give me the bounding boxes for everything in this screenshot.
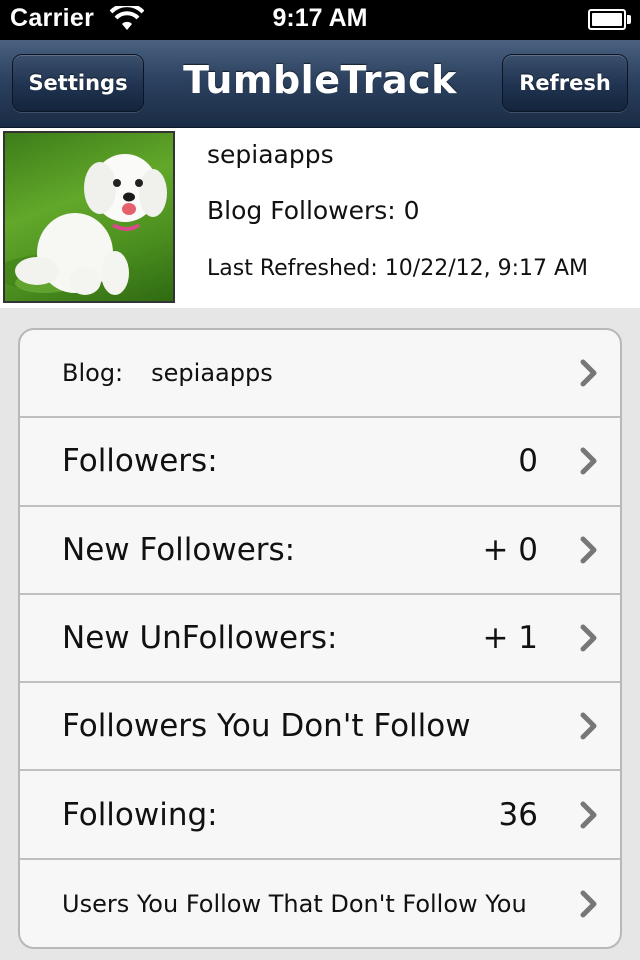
refresh-button[interactable]: Refresh [502, 54, 628, 112]
dog-photo-icon [5, 154, 167, 295]
row-following[interactable]: Following: 36 [20, 771, 620, 860]
row-label: Followers You Don't Follow [62, 708, 471, 745]
row-new-followers[interactable]: New Followers: + 0 [20, 507, 620, 595]
stats-table: Blog: sepiaapps Followers: 0 New Followe… [18, 328, 622, 949]
chevron-right-icon [580, 447, 597, 475]
avatar [3, 131, 175, 303]
followers-value: 0 [518, 443, 538, 480]
new-unfollowers-value: + 1 [482, 620, 538, 657]
chevron-right-icon [580, 712, 597, 740]
row-label: New UnFollowers: [62, 620, 338, 657]
blog-name-value: sepiaapps [151, 359, 273, 388]
battery-icon [588, 9, 632, 31]
row-label: Blog: sepiaapps [62, 359, 273, 388]
chevron-right-icon [580, 536, 597, 564]
row-followers-you-dont-follow[interactable]: Followers You Don't Follow [20, 683, 620, 772]
row-label: New Followers: [62, 531, 296, 568]
row-users-you-follow-not-following-back[interactable]: Users You Follow That Don't Follow You [20, 860, 620, 947]
row-new-unfollowers[interactable]: New UnFollowers: + 1 [20, 595, 620, 684]
chevron-right-icon [580, 890, 597, 918]
new-followers-value: + 0 [482, 531, 538, 568]
last-refreshed-timestamp: Last Refreshed: 10/22/12, 9:17 AM [207, 256, 589, 281]
row-label: Users You Follow That Don't Follow You [62, 889, 527, 918]
row-followers[interactable]: Followers: 0 [20, 418, 620, 507]
navigation-bar: Settings TumbleTrack Refresh [0, 40, 640, 128]
profile-header: sepiaapps Blog Followers: 0 Last Refresh… [0, 128, 640, 308]
blog-name: sepiaapps [207, 140, 334, 169]
chevron-right-icon [580, 801, 597, 829]
row-label: Following: [62, 796, 218, 833]
row-blog[interactable]: Blog: sepiaapps [20, 330, 620, 419]
chevron-right-icon [580, 359, 597, 387]
clock-time: 9:17 AM [272, 4, 368, 32]
following-value: 36 [498, 796, 538, 833]
blog-followers-count: Blog Followers: 0 [207, 196, 420, 225]
status-bar: Carrier 9:17 AM [0, 0, 640, 40]
chevron-right-icon [580, 624, 597, 652]
row-label: Followers: [62, 443, 218, 480]
